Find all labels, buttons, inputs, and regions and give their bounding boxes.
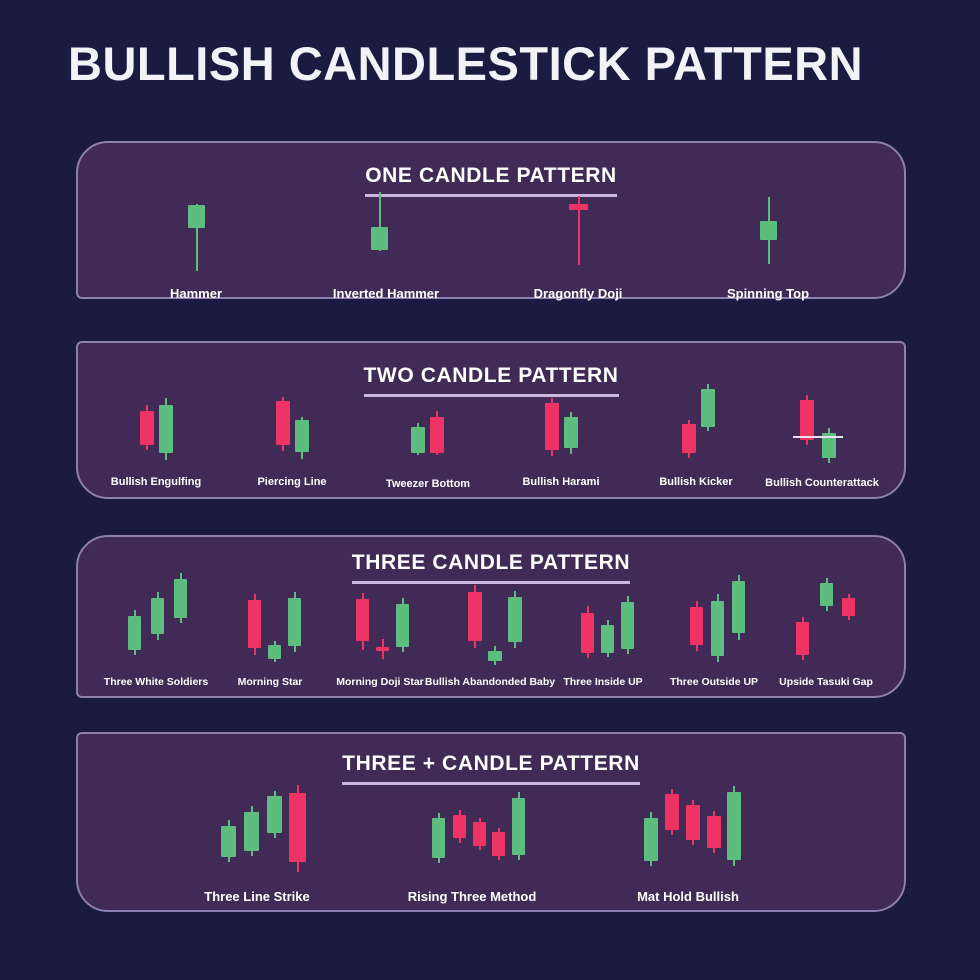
panel-title-text: THREE + CANDLE PATTERN [342,752,640,785]
panel-title-three-candle: THREE CANDLE PATTERN [78,551,904,584]
panel-three-plus-candle: THREE + CANDLE PATTERN [76,732,906,912]
panel-three-candle: THREE CANDLE PATTERN [76,535,906,698]
panel-two-candle: TWO CANDLE PATTERN [76,341,906,499]
panel-one-candle: ONE CANDLE PATTERN [76,141,906,299]
panel-title-two-candle: TWO CANDLE PATTERN [78,364,904,397]
panel-title-text: ONE CANDLE PATTERN [365,164,617,197]
infographic-root: BULLISH CANDLESTICK PATTERN ONE CANDLE P… [0,0,980,980]
panel-title-one-candle: ONE CANDLE PATTERN [78,164,904,197]
panel-title-three-plus-candle: THREE + CANDLE PATTERN [78,752,904,785]
panel-title-text: TWO CANDLE PATTERN [363,364,619,397]
page-title: BULLISH CANDLESTICK PATTERN [68,37,864,90]
panel-title-text: THREE CANDLE PATTERN [351,551,631,584]
